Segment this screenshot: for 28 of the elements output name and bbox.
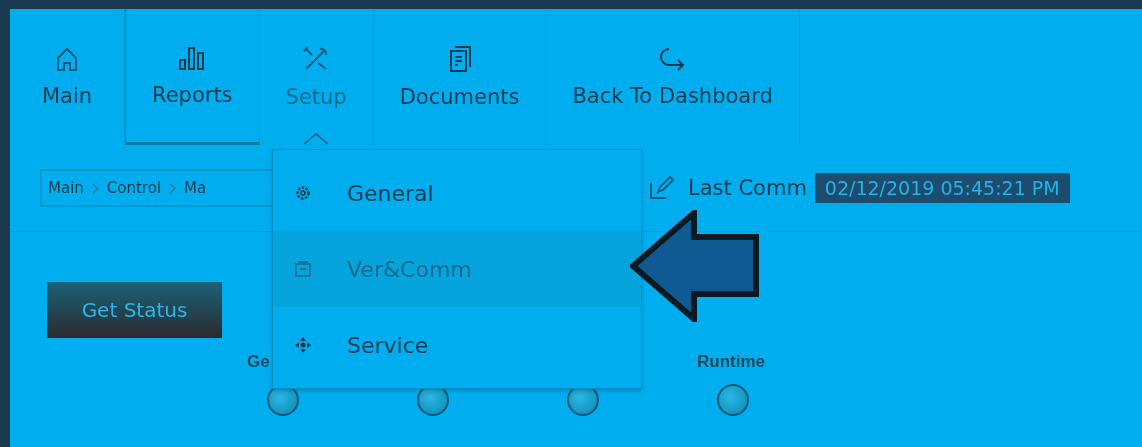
menu-item[interactable]: General — [273, 155, 641, 231]
nav-tab[interactable]: Back To Dashboard — [546, 9, 800, 145]
nav-tab[interactable]: Documents — [373, 9, 547, 145]
status-indicator — [717, 384, 749, 416]
home-icon — [55, 46, 79, 72]
breadcrumb-link[interactable]: Ma — [184, 179, 207, 197]
document-icon — [447, 45, 472, 73]
indicator-label: Ge — [247, 352, 270, 373]
bar-chart-icon — [178, 44, 207, 71]
breadcrumb-link[interactable]: Control — [106, 179, 162, 197]
chevron-icon — [91, 182, 99, 194]
gear-icon — [295, 185, 311, 201]
chevron-icon — [169, 182, 177, 194]
return-arrow-icon — [658, 46, 687, 72]
last-comm-value: 02/12/2019 05:45:21 PM — [814, 173, 1070, 203]
box-icon — [295, 261, 311, 277]
indicator-label: Runtime — [697, 352, 765, 373]
caret-icon — [303, 133, 330, 145]
nav-tab[interactable]: Main — [10, 9, 125, 145]
last-comm-label: Last Comm — [688, 176, 807, 200]
move-icon — [295, 337, 311, 353]
edit-icon[interactable] — [648, 175, 674, 201]
pointer-arrow-icon — [630, 210, 762, 322]
nav-tab[interactable]: Setup — [259, 9, 374, 145]
nav-tab[interactable]: Reports — [125, 9, 260, 145]
breadcrumb-link[interactable]: Main — [48, 179, 84, 197]
get-status-button[interactable]: Get Status — [47, 282, 222, 338]
menu-item[interactable]: Service — [273, 307, 641, 383]
